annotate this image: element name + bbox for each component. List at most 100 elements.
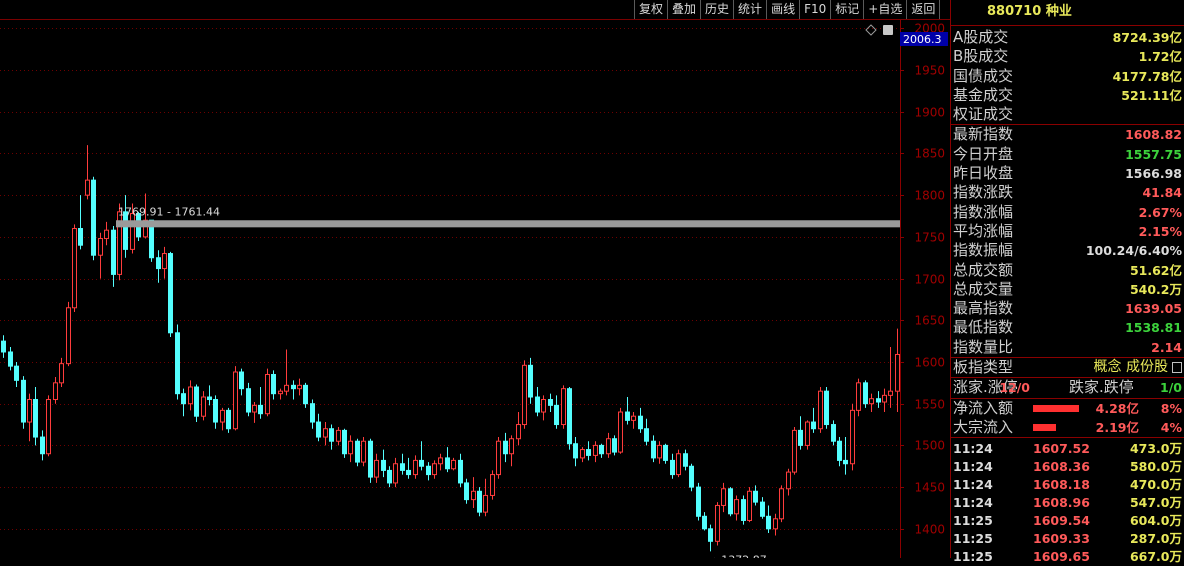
toolbar-button[interactable]: 历史 bbox=[700, 0, 733, 19]
candle-body[interactable] bbox=[548, 399, 553, 406]
candle-body[interactable] bbox=[850, 409, 855, 465]
candle-body[interactable] bbox=[471, 490, 476, 501]
candle-body[interactable] bbox=[8, 351, 13, 367]
candle-body[interactable] bbox=[490, 474, 495, 496]
candle-body[interactable] bbox=[599, 444, 604, 455]
candle-body[interactable] bbox=[876, 398, 881, 403]
candle-body[interactable] bbox=[638, 415, 643, 430]
candle-body[interactable] bbox=[316, 421, 321, 438]
candle-body[interactable] bbox=[612, 438, 617, 453]
candle-body[interactable] bbox=[580, 449, 585, 459]
candle-body[interactable] bbox=[393, 463, 398, 484]
candle-body[interactable] bbox=[278, 390, 283, 395]
candle-body[interactable] bbox=[368, 440, 373, 478]
candle-body[interactable] bbox=[46, 399, 51, 455]
toolbar-button[interactable]: 返回 bbox=[906, 0, 941, 19]
candle-body[interactable] bbox=[451, 459, 456, 470]
candle-body[interactable] bbox=[728, 488, 733, 515]
candle-body[interactable] bbox=[297, 384, 302, 390]
candle-body[interactable] bbox=[618, 411, 623, 453]
candle-body[interactable] bbox=[561, 388, 566, 426]
candle-body[interactable] bbox=[676, 453, 681, 476]
toolbar-button[interactable]: 叠加 bbox=[667, 0, 700, 19]
candle-body[interactable] bbox=[310, 403, 315, 423]
candle-body[interactable] bbox=[78, 228, 83, 246]
candle-body[interactable] bbox=[856, 382, 861, 411]
candle-body[interactable] bbox=[188, 386, 193, 405]
candle-body[interactable] bbox=[888, 390, 893, 396]
candle-body[interactable] bbox=[631, 415, 636, 421]
candle-body[interactable] bbox=[419, 459, 424, 467]
candle-body[interactable] bbox=[72, 228, 77, 309]
candle-body[interactable] bbox=[175, 332, 180, 395]
candle-body[interactable] bbox=[586, 449, 591, 456]
candle-body[interactable] bbox=[792, 429, 797, 473]
candle-body[interactable] bbox=[303, 384, 308, 405]
candle-body[interactable] bbox=[438, 457, 443, 465]
candle-body[interactable] bbox=[14, 365, 19, 381]
candle-body[interactable] bbox=[361, 440, 366, 463]
candle-body[interactable] bbox=[66, 307, 71, 365]
candle-body[interactable] bbox=[207, 396, 212, 401]
candle-body[interactable] bbox=[342, 429, 347, 455]
candle-body[interactable] bbox=[265, 373, 270, 415]
candle-body[interactable] bbox=[348, 440, 353, 455]
candle-body[interactable] bbox=[252, 404, 257, 413]
candle-body[interactable] bbox=[496, 440, 501, 476]
candle-body[interactable] bbox=[843, 459, 848, 465]
candle-body[interactable] bbox=[811, 421, 816, 430]
candle-body[interactable] bbox=[85, 179, 90, 196]
candle-body[interactable] bbox=[162, 253, 167, 270]
candle-body[interactable] bbox=[258, 404, 263, 415]
candle-body[interactable] bbox=[593, 444, 598, 456]
candle-body[interactable] bbox=[323, 428, 328, 438]
candle-body[interactable] bbox=[40, 436, 45, 455]
toolbar-button[interactable]: +自选 bbox=[863, 0, 906, 19]
candlestick-chart[interactable]: 1400 1450 1500 1550 1600 1650 1700 1750 1800 1850… bbox=[0, 20, 950, 558]
candle-body[interactable] bbox=[426, 465, 431, 476]
candle-body[interactable] bbox=[798, 429, 803, 446]
candle-body[interactable] bbox=[406, 469, 411, 476]
candle-body[interactable] bbox=[111, 229, 116, 275]
candle-body[interactable] bbox=[413, 459, 418, 476]
candle-body[interactable] bbox=[734, 499, 739, 515]
candle-body[interactable] bbox=[130, 213, 135, 250]
candle-body[interactable] bbox=[689, 465, 694, 488]
toolbar-button[interactable]: 复权 bbox=[634, 0, 667, 19]
candle-body[interactable] bbox=[509, 438, 514, 455]
candle-body[interactable] bbox=[747, 490, 752, 521]
candle-body[interactable] bbox=[387, 469, 392, 484]
candle-body[interactable] bbox=[696, 486, 701, 517]
candle-body[interactable] bbox=[715, 504, 720, 542]
candle-body[interactable] bbox=[355, 440, 360, 463]
candle-body[interactable] bbox=[381, 459, 386, 471]
candle-body[interactable] bbox=[702, 515, 707, 530]
candle-body[interactable] bbox=[522, 364, 527, 426]
candle-body[interactable] bbox=[98, 238, 103, 256]
candle-body[interactable] bbox=[477, 490, 482, 513]
candle-body[interactable] bbox=[644, 428, 649, 442]
candle-body[interactable] bbox=[27, 399, 32, 423]
candle-body[interactable] bbox=[882, 394, 887, 403]
candle-body[interactable] bbox=[824, 390, 829, 426]
candle-body[interactable] bbox=[541, 399, 546, 413]
candle-body[interactable] bbox=[773, 518, 778, 530]
candle-body[interactable] bbox=[104, 229, 109, 240]
candle-body[interactable] bbox=[837, 440, 842, 461]
candle-body[interactable] bbox=[59, 363, 64, 384]
candle-body[interactable] bbox=[863, 382, 868, 405]
candle-body[interactable] bbox=[445, 457, 450, 470]
candle-body[interactable] bbox=[895, 353, 900, 392]
diamond-icon[interactable] bbox=[865, 24, 877, 36]
candle-body[interactable] bbox=[239, 371, 244, 390]
candle-body[interactable] bbox=[766, 515, 771, 530]
candle-body[interactable] bbox=[760, 501, 765, 517]
candle-body[interactable] bbox=[625, 411, 630, 421]
candle-body[interactable] bbox=[528, 364, 533, 398]
candle-body[interactable] bbox=[869, 398, 874, 405]
candle-body[interactable] bbox=[786, 471, 791, 490]
candle-body[interactable] bbox=[33, 399, 38, 438]
toolbar-button[interactable]: 统计 bbox=[733, 0, 766, 19]
candle-body[interactable] bbox=[91, 179, 96, 256]
candle-body[interactable] bbox=[336, 429, 341, 442]
